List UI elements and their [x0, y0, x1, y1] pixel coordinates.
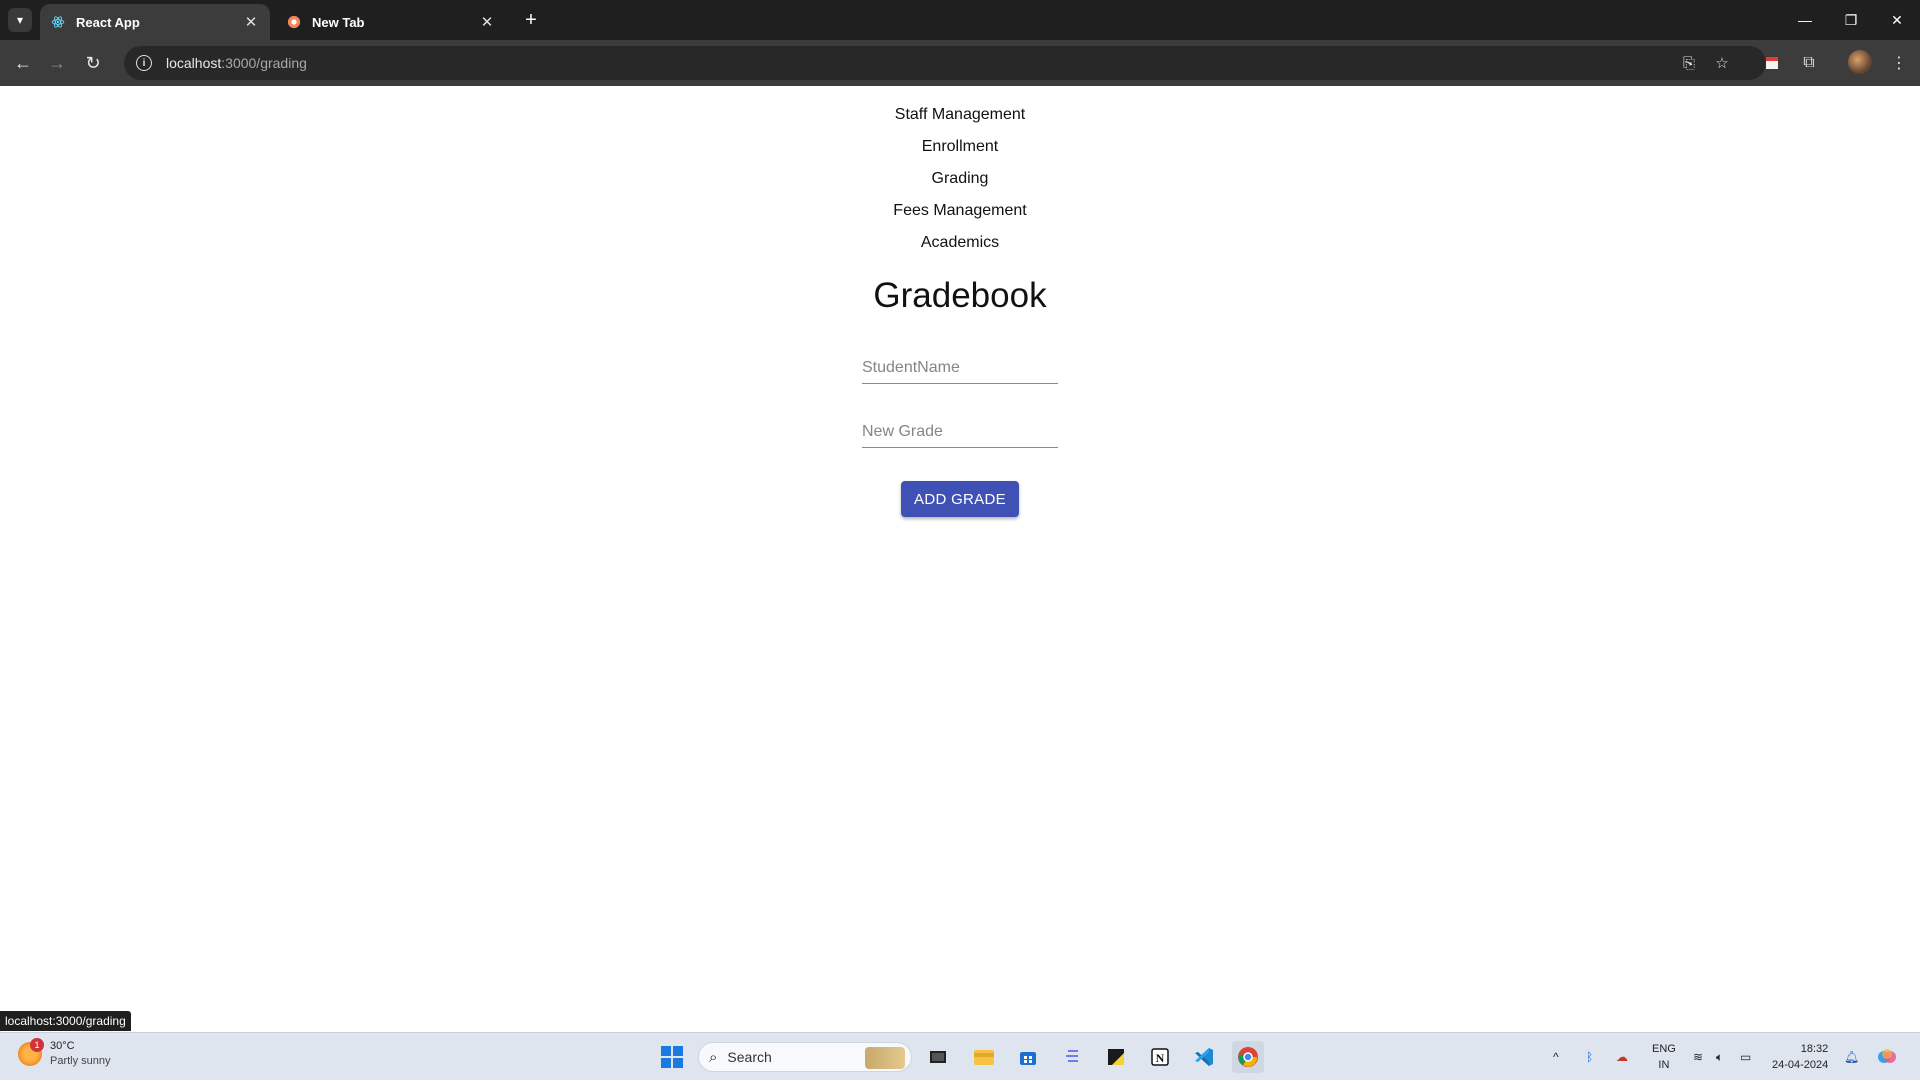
notion-icon[interactable]: N	[1144, 1041, 1176, 1073]
add-grade-button[interactable]: ADD GRADE	[901, 481, 1019, 517]
student-name-field	[862, 344, 1058, 384]
menu-dots-icon[interactable]: ⋮	[1886, 50, 1912, 76]
chevron-down-icon: ▾	[16, 13, 24, 27]
tab-strip: ▾ React App ✕ New Tab ✕ + — ❐ ✕	[0, 0, 1920, 40]
nav-link-staff-management[interactable]: Staff Management	[860, 99, 1060, 131]
weather-widget[interactable]: 1 30°C Partly sunny	[18, 1038, 111, 1069]
taskbar: 1 30°C Partly sunny ⌕ Search N ^ ᛒ ☁ ENG…	[0, 1032, 1920, 1080]
close-icon[interactable]: ✕	[242, 13, 260, 31]
restore-icon[interactable]: ❐	[1828, 0, 1874, 40]
nav-link-enrollment[interactable]: Enrollment	[860, 131, 1060, 163]
weather-condition: Partly sunny	[50, 1055, 111, 1067]
reload-icon[interactable]: ↻	[80, 50, 106, 76]
new-tab-button[interactable]: +	[519, 8, 543, 32]
profile-avatar[interactable]	[1848, 50, 1872, 74]
new-grade-field	[862, 408, 1058, 448]
tab-search-button[interactable]: ▾	[8, 8, 32, 32]
minimize-icon[interactable]: —	[1782, 0, 1828, 40]
vscode-icon[interactable]	[1188, 1041, 1220, 1073]
language-indicator[interactable]: ENG IN	[1652, 1041, 1676, 1073]
main-nav: Staff Management Enrollment Grading Fees…	[0, 99, 1920, 259]
install-app-icon[interactable]: ⎘	[1679, 53, 1699, 73]
close-window-icon[interactable]: ✕	[1874, 0, 1920, 40]
bluetooth-icon[interactable]: ᛒ	[1586, 1033, 1593, 1081]
page-title: Gradebook	[873, 276, 1047, 315]
nav-link-academics[interactable]: Academics	[860, 227, 1060, 259]
extensions-icon[interactable]: ⧉	[1796, 50, 1822, 76]
file-explorer-icon[interactable]	[968, 1041, 1000, 1073]
taskbar-search-placeholder: Search	[727, 1049, 772, 1065]
app-list-icon[interactable]	[1056, 1041, 1088, 1073]
search-highlight-image	[865, 1047, 905, 1069]
system-clock[interactable]: 18:32 24-04-2024	[1772, 1041, 1828, 1073]
browser-toolbar: ← → ↻ i localhost:3000/grading ⎘ ☆ ⧉ ⋮	[0, 40, 1920, 86]
volume-icon[interactable]: 🔈︎	[1716, 1033, 1723, 1081]
close-icon[interactable]: ✕	[478, 13, 496, 31]
tab-react-app[interactable]: React App ✕	[40, 4, 270, 40]
windows-start-icon[interactable]	[656, 1041, 688, 1073]
copilot-icon[interactable]	[1876, 1033, 1898, 1081]
tab-title: New Tab	[312, 14, 365, 30]
status-url-tooltip: localhost:3000/grading	[0, 1011, 131, 1031]
task-view-icon[interactable]	[922, 1041, 954, 1073]
tab-title: React App	[76, 14, 140, 30]
reading-list-icon[interactable]	[1759, 50, 1785, 76]
taskbar-search[interactable]: ⌕ Search	[698, 1042, 912, 1072]
svg-text:N: N	[1156, 1051, 1165, 1065]
wifi-icon[interactable]: ≋	[1693, 1033, 1703, 1081]
student-name-input[interactable]	[862, 344, 1058, 383]
new-grade-input[interactable]	[862, 408, 1058, 447]
search-icon: ⌕	[709, 1048, 718, 1066]
page-content: Staff Management Enrollment Grading Fees…	[0, 86, 1920, 1032]
tray-overflow-icon[interactable]: ^	[1553, 1033, 1559, 1081]
newtab-icon	[286, 14, 302, 30]
notification-badge: 1	[30, 1038, 44, 1052]
react-icon	[50, 14, 66, 30]
battery-icon[interactable]: ▭	[1740, 1033, 1751, 1081]
window-controls: — ❐ ✕	[1782, 0, 1920, 40]
weather-sun-icon: 1	[18, 1038, 44, 1066]
forward-icon[interactable]: →	[44, 50, 70, 76]
notifications-bell-icon[interactable]: 🔔︎	[1844, 1033, 1859, 1081]
microsoft-store-icon[interactable]	[1012, 1041, 1044, 1073]
back-icon[interactable]: ←	[10, 50, 36, 76]
nav-link-grading[interactable]: Grading	[860, 163, 1060, 195]
nav-link-fees-management[interactable]: Fees Management	[860, 195, 1060, 227]
cloud-sync-icon[interactable]: ☁	[1616, 1033, 1628, 1081]
tab-new-tab[interactable]: New Tab ✕	[276, 4, 506, 40]
bookmark-star-icon[interactable]: ☆	[1712, 53, 1732, 73]
site-info-icon[interactable]: i	[136, 55, 152, 71]
sticky-notes-icon[interactable]	[1100, 1041, 1132, 1073]
weather-temperature: 30°C	[50, 1040, 75, 1052]
url-text[interactable]: localhost:3000/grading	[166, 55, 307, 71]
chrome-icon[interactable]	[1232, 1041, 1264, 1073]
address-bar[interactable]: i localhost:3000/grading	[124, 46, 1766, 80]
